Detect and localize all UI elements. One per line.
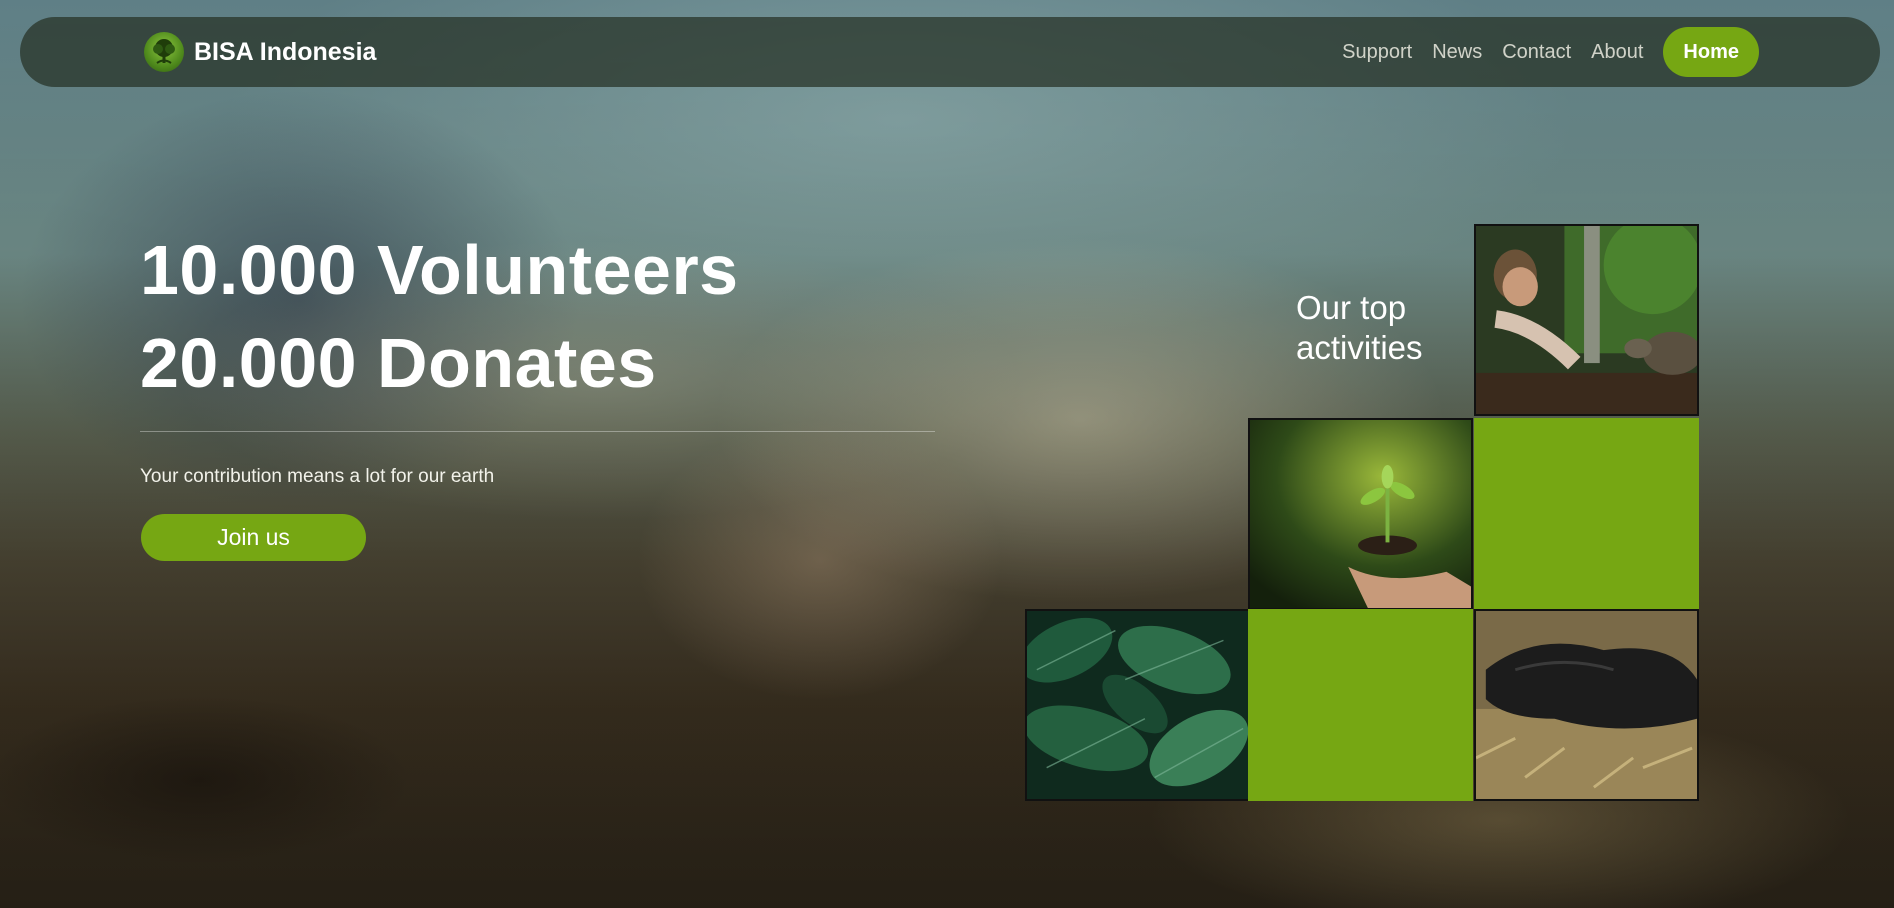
nav-link-contact[interactable]: Contact [1502, 41, 1571, 64]
activity-tile-garbage-bag[interactable] [1474, 609, 1699, 801]
brand-name: BISA Indonesia [194, 37, 377, 66]
nav-link-home[interactable]: Home [1663, 27, 1759, 77]
nav-link-support[interactable]: Support [1342, 41, 1412, 64]
tree-logo-icon [144, 32, 184, 72]
nav-link-about[interactable]: About [1591, 41, 1643, 64]
activity-tile-sprout[interactable] [1248, 418, 1473, 610]
activity-tile-leaves[interactable] [1025, 609, 1250, 801]
hero-donates-stat: 20.000 Donates [140, 324, 657, 402]
activity-tile-accent-2 [1248, 609, 1473, 801]
activity-tile-accent-1 [1474, 418, 1699, 610]
activities-title: Our top activities [1296, 289, 1423, 366]
hero-volunteers-stat: 10.000 Volunteers [140, 231, 739, 309]
activity-tile-tortoise[interactable] [1474, 224, 1699, 416]
brand[interactable]: BISA Indonesia [144, 32, 377, 72]
nav-link-news[interactable]: News [1432, 41, 1482, 64]
nav-links: Support News Contact About Home [1342, 27, 1759, 77]
hero-tagline: Your contribution means a lot for our ea… [140, 466, 495, 487]
join-us-button[interactable]: Join us [141, 514, 366, 561]
hero-divider [140, 431, 935, 432]
